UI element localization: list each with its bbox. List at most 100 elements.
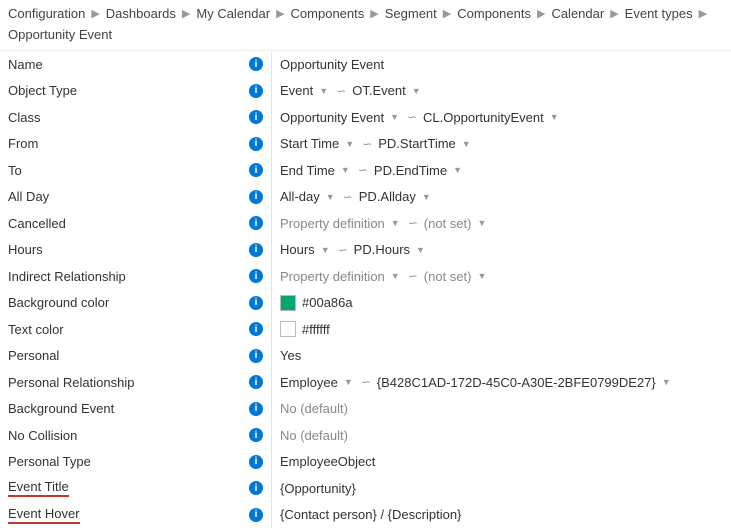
crumb[interactable]: Calendar: [551, 6, 604, 21]
label: Background Event: [8, 401, 114, 416]
value-primary[interactable]: Hours▼: [280, 242, 332, 257]
info-icon[interactable]: i: [249, 375, 263, 389]
value-primary[interactable]: Opportunity Event▼: [280, 110, 401, 125]
info-icon[interactable]: i: [249, 455, 263, 469]
label: From: [8, 136, 38, 151]
link-icon: ∽: [362, 137, 372, 151]
chevron-down-icon: ▼: [475, 218, 488, 228]
info-icon[interactable]: i: [249, 349, 263, 363]
label: Name: [8, 57, 43, 72]
chevron-right-icon: ▶: [443, 7, 451, 20]
value[interactable]: #ffffff: [302, 322, 330, 337]
crumb[interactable]: Components: [457, 6, 531, 21]
row-no-collision: No Collision i No (default): [0, 422, 731, 449]
value-primary[interactable]: All-day▼: [280, 189, 337, 204]
crumb[interactable]: Event types: [625, 6, 693, 21]
chevron-down-icon: ▼: [460, 139, 473, 149]
link-icon: ∽: [336, 84, 346, 98]
value-secondary[interactable]: PD.Allday▼: [359, 189, 433, 204]
info-icon[interactable]: i: [249, 137, 263, 151]
info-icon[interactable]: i: [249, 57, 263, 71]
value[interactable]: Yes: [280, 348, 301, 363]
value-primary[interactable]: End Time▼: [280, 163, 352, 178]
color-swatch[interactable]: [280, 295, 296, 311]
info-icon[interactable]: i: [249, 84, 263, 98]
row-event-hover: Event Hoveri {Contact person} / {Descrip…: [0, 502, 731, 528]
chevron-down-icon: ▼: [660, 377, 673, 387]
link-icon: ∽: [408, 269, 418, 283]
crumb[interactable]: My Calendar: [196, 6, 270, 21]
value[interactable]: No (default): [280, 428, 348, 443]
label: All Day: [8, 189, 49, 204]
info-icon[interactable]: i: [249, 216, 263, 230]
info-icon[interactable]: i: [249, 428, 263, 442]
row-background-event: Background Event i No (default): [0, 396, 731, 423]
value-primary[interactable]: Property definition▼: [280, 269, 402, 284]
chevron-down-icon: ▼: [343, 139, 356, 149]
info-icon[interactable]: i: [249, 243, 263, 257]
crumb[interactable]: Dashboards: [106, 6, 176, 21]
info-icon[interactable]: i: [249, 190, 263, 204]
value-secondary[interactable]: PD.EndTime▼: [374, 163, 464, 178]
chevron-down-icon: ▼: [388, 112, 401, 122]
link-icon: ∽: [407, 110, 417, 124]
chevron-down-icon: ▼: [389, 271, 402, 281]
info-icon[interactable]: i: [249, 322, 263, 336]
link-icon: ∽: [361, 375, 371, 389]
value[interactable]: #00a86a: [302, 295, 353, 310]
value[interactable]: {Opportunity}: [280, 481, 356, 496]
chevron-down-icon: ▼: [342, 377, 355, 387]
info-icon[interactable]: i: [249, 402, 263, 416]
value-secondary[interactable]: PD.Hours▼: [354, 242, 427, 257]
value[interactable]: No (default): [280, 401, 348, 416]
chevron-right-icon: ▶: [610, 7, 618, 20]
color-swatch[interactable]: [280, 321, 296, 337]
label: Personal: [8, 348, 59, 363]
info-icon[interactable]: i: [249, 163, 263, 177]
info-icon[interactable]: i: [249, 110, 263, 124]
label: Object Type: [8, 83, 77, 98]
value-secondary[interactable]: CL.OpportunityEvent▼: [423, 110, 561, 125]
value[interactable]: Opportunity Event: [280, 57, 384, 72]
chevron-down-icon: ▼: [475, 271, 488, 281]
chevron-down-icon: ▼: [451, 165, 464, 175]
value-primary[interactable]: Employee▼: [280, 375, 355, 390]
value-secondary[interactable]: {B428C1AD-172D-45C0-A30E-2BFE0799DE27}▼: [377, 375, 673, 390]
label: Personal Relationship: [8, 375, 134, 390]
label: No Collision: [8, 428, 77, 443]
link-icon: ∽: [358, 163, 368, 177]
row-from: From i Start Time▼ ∽ PD.StartTime▼: [0, 131, 731, 158]
info-icon[interactable]: i: [249, 481, 263, 495]
row-text-color: Text colori #ffffff: [0, 316, 731, 343]
row-cancelled: Cancelledi Property definition▼ ∽ (not s…: [0, 210, 731, 237]
value-secondary[interactable]: (not set)▼: [424, 216, 489, 231]
chevron-down-icon: ▼: [319, 245, 332, 255]
chevron-down-icon: ▼: [389, 218, 402, 228]
info-icon[interactable]: i: [249, 508, 263, 522]
value-secondary[interactable]: (not set)▼: [424, 269, 489, 284]
chevron-right-icon: ▶: [370, 7, 378, 20]
info-icon[interactable]: i: [249, 269, 263, 283]
label: Class: [8, 110, 41, 125]
value-primary[interactable]: Property definition▼: [280, 216, 402, 231]
crumb[interactable]: Configuration: [8, 6, 85, 21]
link-icon: ∽: [343, 190, 353, 204]
value-primary[interactable]: Event▼: [280, 83, 330, 98]
label: Cancelled: [8, 216, 66, 231]
row-personal-relationship: Personal Relationship i Employee▼ ∽ {B428…: [0, 369, 731, 396]
row-hours: Hoursi Hours▼ ∽ PD.Hours▼: [0, 237, 731, 264]
row-object-type: Object Type i Event▼ ∽ OT.Event▼: [0, 78, 731, 105]
row-name: Name i Opportunity Event: [0, 51, 731, 78]
info-icon[interactable]: i: [249, 296, 263, 310]
crumb[interactable]: Components: [291, 6, 365, 21]
label: Personal Type: [8, 454, 91, 469]
value[interactable]: EmployeeObject: [280, 454, 375, 469]
value[interactable]: {Contact person} / {Description}: [280, 507, 461, 522]
chevron-down-icon: ▼: [414, 245, 427, 255]
value-primary[interactable]: Start Time▼: [280, 136, 356, 151]
label: Background color: [8, 295, 109, 310]
value-secondary[interactable]: PD.StartTime▼: [378, 136, 472, 151]
row-event-title: Event Titlei {Opportunity}: [0, 475, 731, 502]
value-secondary[interactable]: OT.Event▼: [352, 83, 422, 98]
crumb[interactable]: Segment: [385, 6, 437, 21]
